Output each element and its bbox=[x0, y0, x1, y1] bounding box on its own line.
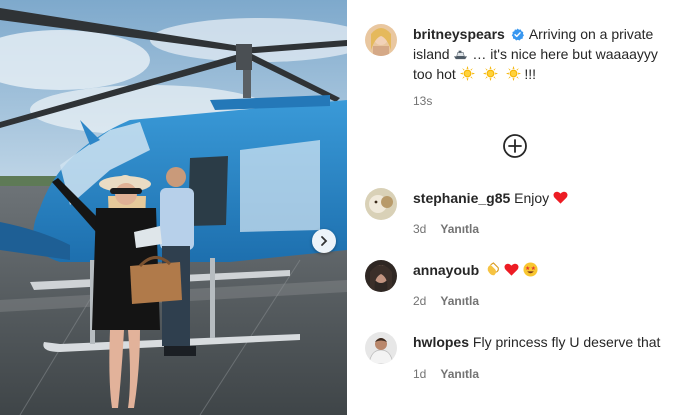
comment-time: 2d bbox=[413, 294, 427, 308]
commenter-avatar[interactable] bbox=[365, 332, 397, 364]
comment-time: 3d bbox=[413, 222, 427, 236]
sun-icon bbox=[482, 66, 498, 81]
plus-circle-icon[interactable] bbox=[502, 133, 528, 159]
comment: stephanie_g85 Enjoy bbox=[413, 188, 663, 208]
commenter-avatar[interactable] bbox=[365, 260, 397, 292]
star-struck-face-icon bbox=[523, 262, 538, 277]
sun-icon bbox=[459, 66, 475, 81]
author-username[interactable]: britneyspears bbox=[413, 26, 505, 42]
comment-time: 1d bbox=[413, 367, 427, 381]
comment: annayoub bbox=[413, 260, 663, 280]
sun-icon bbox=[505, 66, 521, 81]
post-caption: britneyspears Arriving on a private isla… bbox=[413, 24, 663, 84]
yacht-icon bbox=[454, 50, 468, 60]
red-heart-icon bbox=[553, 191, 568, 204]
comment-meta: 2d Yanıtla bbox=[413, 294, 479, 308]
reply-button[interactable]: Yanıtla bbox=[440, 222, 479, 236]
commenter-avatar[interactable] bbox=[365, 188, 397, 220]
caption-text-3: !!! bbox=[524, 66, 537, 82]
comment-text: Fly princess fly U deserve that bbox=[472, 334, 661, 350]
comment: hwlopes Fly princess fly U deserve that bbox=[413, 332, 673, 352]
commenter-username[interactable]: annayoub bbox=[413, 262, 479, 278]
post-time: 13s bbox=[413, 94, 433, 108]
author-avatar[interactable] bbox=[365, 24, 397, 56]
commenter-username[interactable]: stephanie_g85 bbox=[413, 190, 510, 206]
reply-button[interactable]: Yanıtla bbox=[440, 294, 479, 308]
clapping-hands-icon bbox=[487, 262, 499, 276]
comment-meta: 3d Yanıtla bbox=[413, 222, 479, 236]
red-heart-icon bbox=[504, 263, 519, 276]
verified-badge-icon bbox=[511, 28, 524, 41]
comment-text: Enjoy bbox=[514, 190, 550, 206]
next-photo-button[interactable] bbox=[312, 229, 336, 253]
reply-button[interactable]: Yanıtla bbox=[440, 367, 479, 381]
post-photo bbox=[0, 0, 347, 415]
chevron-right-icon bbox=[321, 236, 328, 246]
comments-panel: britneyspears Arriving on a private isla… bbox=[347, 0, 680, 415]
comment-meta: 1d Yanıtla bbox=[413, 367, 479, 381]
commenter-username[interactable]: hwlopes bbox=[413, 334, 469, 350]
